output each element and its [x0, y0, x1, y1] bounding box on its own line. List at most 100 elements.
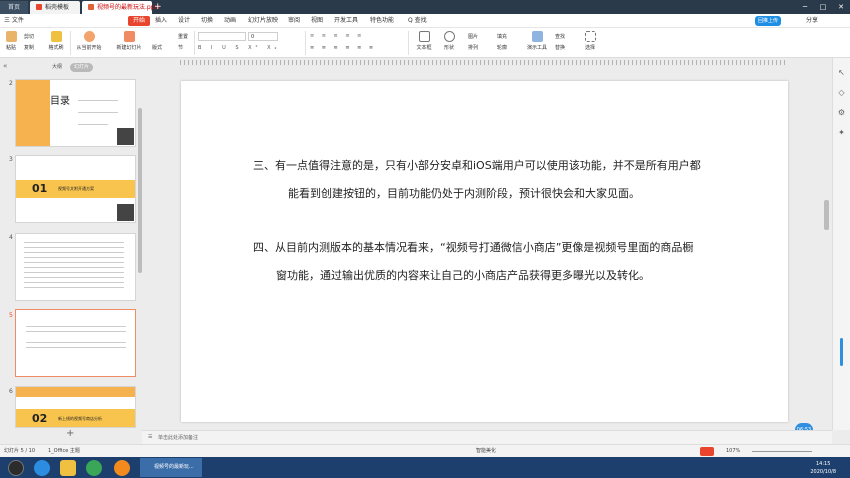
slide-thumbnail-panel: « 大纲 幻灯片 2 目录 3 01 视频号文附开通方案 4 5 6 02 新上… — [0, 58, 140, 439]
picture-button[interactable]: 图片 — [468, 33, 478, 40]
thumb-number: 4 — [9, 234, 13, 241]
start-icon[interactable] — [8, 460, 24, 476]
tab-slides[interactable]: 幻灯片 — [70, 63, 94, 72]
section-dropdown[interactable]: 节 — [178, 44, 183, 51]
daoke-icon — [36, 4, 42, 10]
clock-time: 14:15 — [815, 461, 831, 467]
thumb-number: 2 — [9, 80, 13, 87]
taskbar-app-label: 视频号的最新玩... — [154, 464, 194, 470]
outline-button[interactable]: 轮廓 — [497, 44, 507, 51]
paragraph-3-line1[interactable]: 三、有一点值得注意的是，只有小部分安卓和iOS端用户可以使用该功能，并不是所有用… — [253, 157, 701, 173]
thumb-number: 3 — [9, 156, 13, 163]
select-button[interactable]: 选择 — [580, 31, 600, 51]
menu-design[interactable]: 设计 — [178, 14, 190, 28]
menu-slideshow[interactable]: 幻灯片放映 — [248, 14, 278, 28]
arrange-button[interactable]: 排列 — [468, 44, 478, 51]
tab-home[interactable]: 首页 — [0, 1, 28, 14]
presenter-tools-button[interactable]: 演示工具 — [524, 31, 550, 51]
textbox-button[interactable]: 文本框 — [413, 31, 435, 51]
menu-special[interactable]: 特色功能 — [370, 14, 394, 28]
status-bar: 幻灯片 5 / 10 1_Office 主题 智能美化 107% — [0, 444, 850, 457]
font-size-field[interactable]: 0 — [248, 32, 278, 41]
slide-thumb-2[interactable]: 目录 — [15, 79, 136, 147]
close-icon[interactable]: ✕ — [832, 0, 850, 14]
minimize-icon[interactable]: ─ — [796, 0, 814, 14]
brush-icon — [50, 31, 62, 42]
canvas-scrollbar[interactable] — [824, 200, 829, 230]
animation-icon[interactable]: ✦ — [837, 128, 846, 137]
app-icon[interactable] — [114, 460, 130, 476]
find-button[interactable]: 查找 — [555, 33, 565, 40]
thumb-title: 01 — [32, 182, 48, 195]
shape-label: 形状 — [443, 45, 454, 51]
tab-outline[interactable]: 大纲 — [48, 63, 66, 72]
collapse-panel-icon[interactable]: « — [3, 62, 7, 70]
menu-home[interactable]: 开始 — [128, 16, 151, 26]
paragraph-3-line2[interactable]: 能看到创建按钮的，目前功能仍处于内测阶段，预计很快会和大家见面。 — [288, 185, 640, 201]
menu-developer[interactable]: 开发工具 — [334, 14, 358, 28]
ribbon-toolbar: 粘贴 剪切 复制 格式刷 从当前开始 新建幻灯片 版式 重置 节 0 B I U… — [0, 28, 850, 58]
thumb-title: 目录 — [50, 96, 70, 107]
menu-file[interactable]: 三 文件 — [4, 14, 24, 28]
system-clock: 14:15 2020/10/8 — [810, 458, 836, 476]
menu-transitions[interactable]: 切换 — [201, 14, 213, 28]
fill-button[interactable]: 填充 — [497, 33, 507, 40]
zoom-slider[interactable] — [752, 451, 812, 452]
replace-button[interactable]: 替换 — [555, 44, 565, 51]
thumb-image — [16, 80, 50, 146]
shape-button[interactable]: 形状 — [440, 31, 458, 51]
paragraph-4-line2[interactable]: 窗功能，通过输出优质的内容来让自己的小商店产品获得更多曝光以及转化。 — [276, 267, 650, 283]
menu-view[interactable]: 视图 — [311, 14, 323, 28]
copy-button[interactable]: 复制 — [24, 44, 34, 51]
reset-button[interactable]: 重置 — [178, 33, 188, 40]
format-painter-button[interactable]: 格式刷 — [48, 31, 64, 51]
browser-icon[interactable] — [34, 460, 50, 476]
paragraph-4-line1[interactable]: 四、从目前内测版本的基本情况看来，“视频号打通微信小商店”更像是视频号里面的商品… — [253, 239, 693, 255]
font-name-field[interactable] — [198, 32, 246, 41]
presenter-icon — [531, 31, 543, 42]
file-explorer-icon[interactable] — [60, 460, 76, 476]
share-button[interactable]: 分享 — [806, 14, 818, 28]
add-slide-button[interactable]: + — [66, 428, 74, 439]
font-format-buttons[interactable]: B I U S X² X₂ — [198, 45, 281, 51]
new-slide-button[interactable]: 新建幻灯片 — [114, 31, 144, 51]
align-buttons[interactable]: ≣ ≣ ≣ ≣ ≣ ≣ — [310, 45, 376, 51]
paste-icon — [5, 31, 17, 42]
current-slide[interactable]: 三、有一点值得注意的是，只有小部分安卓和iOS端用户可以使用该功能，并不是所有用… — [181, 81, 788, 422]
thumb-number: 5 — [9, 312, 13, 319]
presenter-tools-label: 演示工具 — [526, 45, 547, 51]
slide-thumb-6[interactable]: 02 新上线的视频号商店分析 — [15, 386, 136, 428]
tab-document-label: 视频号的最新玩法.pptx — [97, 4, 161, 11]
thumb-subtitle: 视频号文附开通方案 — [58, 186, 94, 191]
cloud-upload-button[interactable]: 回推上传 — [755, 16, 782, 26]
slide-thumb-4[interactable] — [15, 233, 136, 301]
menu-review[interactable]: 审阅 — [288, 14, 300, 28]
from-current-button[interactable]: 从当前开始 — [74, 31, 104, 51]
side-scroll-indicator[interactable] — [840, 338, 843, 366]
paste-button[interactable]: 粘贴 — [4, 31, 18, 51]
menu-search[interactable]: Q 查找 — [408, 14, 427, 28]
slide-thumb-3[interactable]: 01 视频号文附开通方案 — [15, 155, 136, 223]
tab-document[interactable]: 视频号的最新玩法.pptx — [82, 1, 160, 14]
cut-button[interactable]: 剪切 — [24, 33, 34, 40]
new-slide-icon — [123, 31, 135, 42]
menu-animations[interactable]: 动画 — [224, 14, 236, 28]
select-icon — [584, 31, 596, 42]
notes-icon: ☰ — [148, 434, 153, 440]
notes-area[interactable]: ☰ 单击此处添加备注 — [142, 430, 832, 444]
paragraph-buttons[interactable]: ≡ ≡ ≡ ≡ ≡ — [310, 33, 364, 39]
slide-thumb-5-selected[interactable] — [15, 309, 136, 377]
media-player-icon[interactable] — [86, 460, 102, 476]
add-tab-button[interactable]: + — [154, 1, 162, 13]
play-slideshow-button[interactable] — [700, 447, 714, 456]
menu-insert[interactable]: 插入 — [155, 14, 167, 28]
shape-style-icon[interactable]: ◇ — [837, 88, 846, 97]
arrow-icon[interactable]: ↖ — [837, 68, 846, 77]
tab-template[interactable]: 稻壳模板 — [30, 1, 80, 14]
layout-dropdown[interactable]: 版式 — [152, 44, 162, 51]
maximize-icon[interactable]: □ — [814, 0, 832, 14]
taskbar-wps-app[interactable]: 视频号的最新玩... — [140, 458, 202, 477]
paste-label: 粘贴 — [5, 45, 16, 51]
textbox-icon — [418, 31, 430, 42]
properties-icon[interactable]: ⚙ — [837, 108, 846, 117]
